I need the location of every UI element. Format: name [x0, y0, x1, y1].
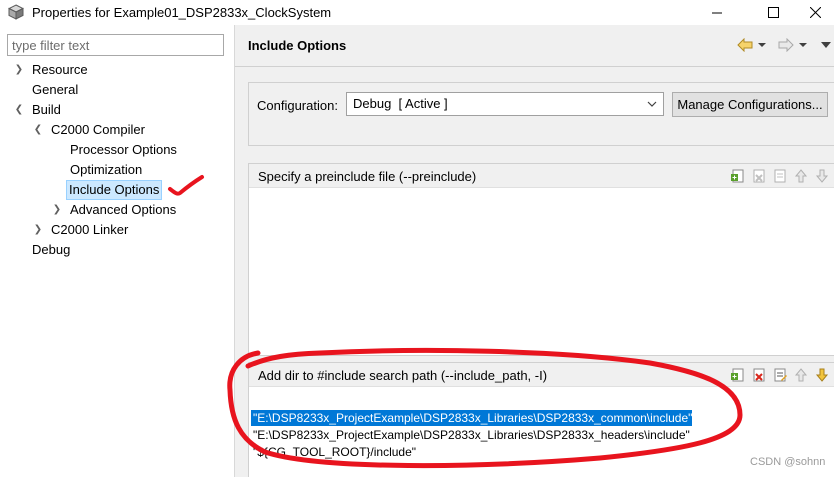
move-up-icon[interactable] — [793, 367, 809, 383]
include-path-list-header: Add dir to #include search path (--inclu… — [249, 363, 834, 387]
app-icon — [8, 4, 24, 20]
tree-item-include-options[interactable]: Include Options — [66, 180, 163, 200]
dropdown-arrow-icon — [758, 43, 766, 47]
add-icon[interactable] — [730, 168, 746, 184]
forward-button[interactable] — [778, 37, 808, 53]
include-path-header-label: Add dir to #include search path (--inclu… — [258, 368, 548, 383]
tree-item-resource[interactable]: Resource — [32, 60, 88, 80]
page-title: Include Options — [248, 38, 347, 53]
header-separator — [235, 66, 834, 67]
right-panel: Include Options Configuration: Debug [ A… — [235, 25, 834, 477]
delete-icon[interactable] — [751, 168, 767, 184]
add-icon[interactable] — [730, 367, 746, 383]
preinclude-list: Specify a preinclude file (--preinclude) — [248, 163, 834, 356]
tree-item-debug[interactable]: Debug — [32, 240, 70, 260]
view-menu-button[interactable] — [820, 37, 832, 53]
expanded-chevron-icon[interactable]: ❮ — [32, 120, 44, 140]
move-down-icon[interactable] — [814, 367, 830, 383]
forward-arrow-icon — [778, 38, 794, 52]
collapsed-chevron-icon[interactable]: ❯ — [51, 200, 63, 220]
maximize-button[interactable] — [750, 0, 796, 25]
tree-item-general[interactable]: General — [32, 80, 78, 100]
manage-configurations-button[interactable]: Manage Configurations... — [672, 92, 828, 117]
edit-icon[interactable] — [772, 168, 788, 184]
collapsed-chevron-icon[interactable]: ❯ — [32, 220, 44, 240]
include-path-row[interactable]: "E:\DSP8233x_ProjectExample\DSP2833x_Lib… — [251, 427, 690, 443]
minimize-icon — [711, 12, 722, 14]
configuration-label: Configuration: — [257, 98, 338, 113]
tree-item-advanced-options[interactable]: Advanced Options — [70, 200, 176, 220]
edit-icon[interactable] — [772, 367, 788, 383]
view-menu-icon — [821, 42, 831, 48]
preinclude-header-label: Specify a preinclude file (--preinclude) — [258, 169, 477, 184]
close-icon — [809, 7, 821, 18]
window-title: Properties for Example01_DSP2833x_ClockS… — [32, 5, 332, 20]
tree-item-processor-options[interactable]: Processor Options — [70, 140, 177, 160]
tree-item-build[interactable]: Build — [32, 100, 61, 120]
back-button[interactable] — [737, 37, 767, 53]
preinclude-list-header: Specify a preinclude file (--preinclude) — [249, 164, 834, 188]
filter-input[interactable] — [7, 34, 224, 56]
include-path-row[interactable]: "E:\DSP8233x_ProjectExample\DSP2833x_Lib… — [251, 410, 693, 426]
delete-icon[interactable] — [751, 367, 767, 383]
preinclude-toolbar — [730, 168, 830, 184]
back-arrow-icon — [737, 38, 753, 52]
dropdown-arrow-icon — [799, 43, 807, 47]
move-down-icon[interactable] — [814, 168, 830, 184]
tree-item-optimization[interactable]: Optimization — [70, 160, 142, 180]
move-up-icon[interactable] — [793, 168, 809, 184]
configuration-group: Configuration: Debug [ Active ] Manage C… — [248, 82, 834, 146]
page-header: Include Options — [235, 25, 834, 66]
left-panel: ❯ Resource General ❮ Build ❮ C2000 Compi… — [0, 25, 234, 477]
expanded-chevron-icon[interactable]: ❮ — [13, 100, 25, 120]
collapsed-chevron-icon[interactable]: ❯ — [13, 60, 25, 80]
configuration-value: Debug [ Active ] — [353, 96, 448, 111]
close-button[interactable] — [792, 0, 834, 25]
title-bar: Properties for Example01_DSP2833x_ClockS… — [0, 0, 834, 25]
configuration-select[interactable]: Debug [ Active ] — [346, 92, 664, 116]
tree-item-c2000-linker[interactable]: C2000 Linker — [51, 220, 128, 240]
tree-item-c2000-compiler[interactable]: C2000 Compiler — [51, 120, 145, 140]
minimize-button[interactable] — [694, 0, 740, 25]
chevron-down-icon — [647, 93, 657, 124]
maximize-icon — [767, 7, 779, 18]
include-path-toolbar — [730, 367, 830, 383]
watermark: CSDN @sohnn — [750, 456, 826, 468]
include-path-row[interactable]: "${CG_TOOL_ROOT}/include" — [251, 444, 416, 460]
include-path-list: Add dir to #include search path (--inclu… — [248, 362, 834, 477]
